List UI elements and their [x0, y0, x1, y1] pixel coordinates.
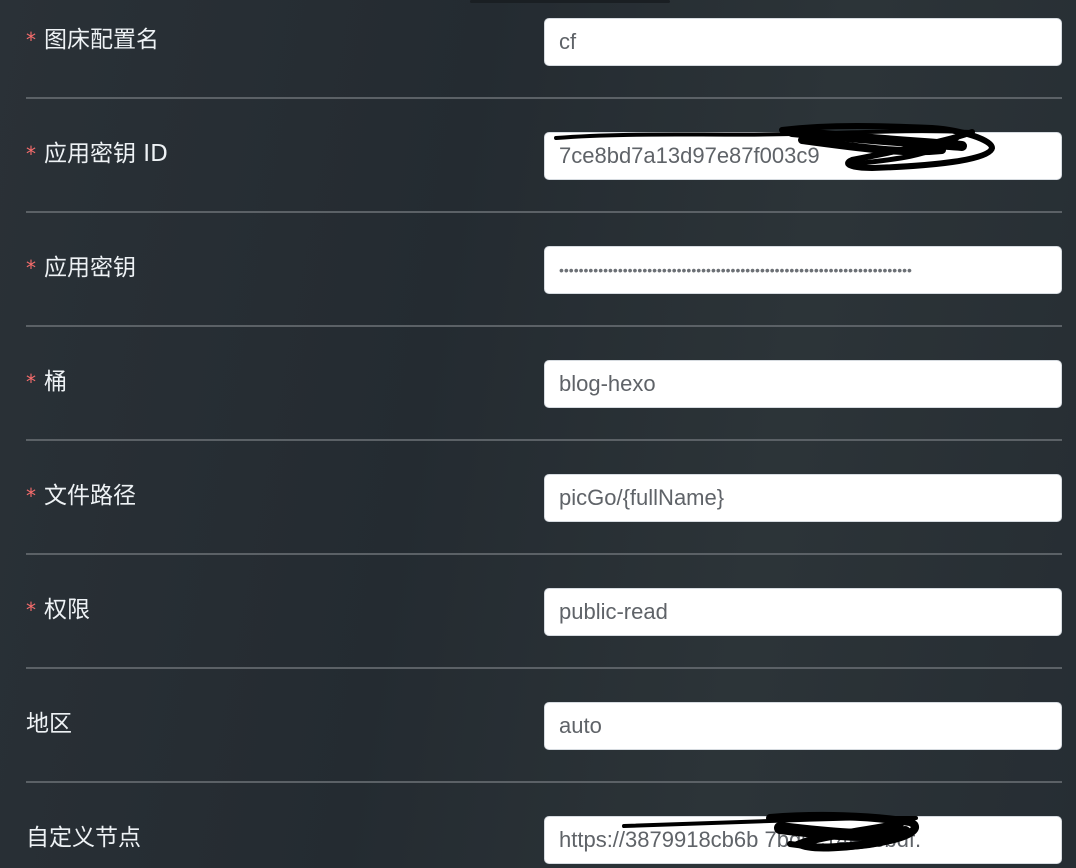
field-label: 地区: [26, 708, 72, 740]
row-divider: [26, 553, 1062, 555]
custom-endpoint-input[interactable]: https://3879918cb6b 7bd6c14eecbdf.: [544, 816, 1062, 864]
form-row-bucket: * 桶 blog-hexo: [26, 350, 1062, 464]
form-row-access-key-id: * 应用密钥 ID 7ce8bd7a13d97e87f003c9: [26, 122, 1062, 236]
region-input[interactable]: auto: [544, 702, 1062, 750]
field-label-text: 桶: [44, 369, 67, 395]
form-row-permission: * 权限 public-read: [26, 578, 1062, 692]
field-label-text: 权限: [44, 597, 90, 623]
field-label: * 文件路径: [26, 480, 136, 512]
row-divider: [26, 325, 1062, 327]
file-path-input[interactable]: picGo/{fullName}: [544, 474, 1062, 522]
field-label: * 应用密钥: [26, 252, 136, 284]
form-row-file-path: * 文件路径 picGo/{fullName}: [26, 464, 1062, 578]
required-marker: *: [26, 256, 36, 280]
required-marker: *: [26, 598, 36, 622]
required-marker: *: [26, 370, 36, 394]
secret-key-input[interactable]: ••••••••••••••••••••••••••••••••••••••••…: [544, 246, 1062, 294]
field-label-text: 图床配置名: [44, 27, 159, 53]
field-label: * 权限: [26, 594, 90, 626]
access-key-id-input[interactable]: 7ce8bd7a13d97e87f003c9: [544, 132, 1062, 180]
row-divider: [26, 667, 1062, 669]
field-label: * 应用密钥 ID: [26, 138, 168, 170]
permission-input[interactable]: public-read: [544, 588, 1062, 636]
field-label: 自定义节点: [26, 822, 141, 854]
row-divider: [26, 211, 1062, 213]
required-marker: *: [26, 484, 36, 508]
config-name-input[interactable]: cf: [544, 18, 1062, 66]
field-label: * 桶: [26, 366, 67, 398]
field-label: * 图床配置名: [26, 24, 159, 56]
field-label-text: 应用密钥 ID: [44, 141, 168, 167]
required-marker: *: [26, 142, 36, 166]
field-label-text: 应用密钥: [44, 255, 136, 281]
bucket-input[interactable]: blog-hexo: [544, 360, 1062, 408]
form-row-region: 地区 auto: [26, 692, 1062, 806]
form-row-secret-key: * 应用密钥 ••••••••••••••••••••••••••••••••••…: [26, 236, 1062, 350]
row-divider: [26, 97, 1062, 99]
row-divider: [26, 781, 1062, 783]
row-divider: [26, 439, 1062, 441]
field-label-text: 自定义节点: [26, 825, 141, 851]
field-label-text: 地区: [26, 711, 72, 737]
field-label-text: 文件路径: [44, 483, 136, 509]
required-marker: *: [26, 28, 36, 52]
form-row-config-name: * 图床配置名 cf: [26, 8, 1062, 122]
picbed-config-form: * 图床配置名 cf * 应用密钥 ID 7ce8bd7a13d97e87f003c…: [0, 0, 1076, 868]
form-row-custom-endpoint: 自定义节点 https://3879918cb6b 7bd6c14eecbdf.: [26, 806, 1062, 868]
